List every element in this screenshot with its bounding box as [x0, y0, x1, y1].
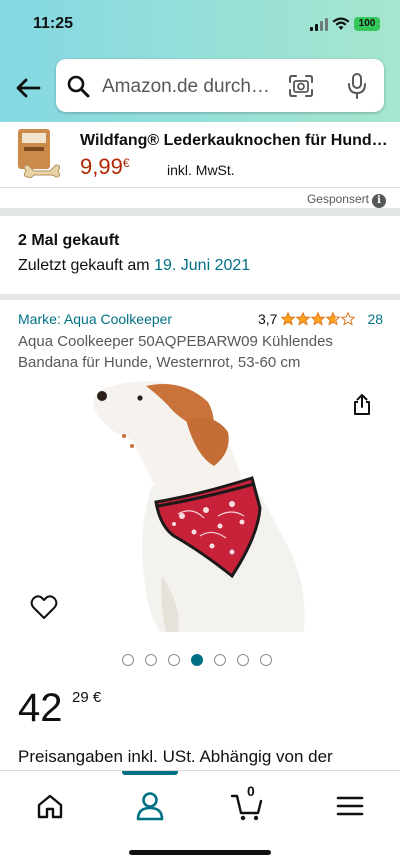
carousel-dot[interactable]: [168, 654, 180, 666]
rating[interactable]: 3,7 28: [258, 311, 383, 327]
menu-icon[interactable]: [333, 789, 367, 823]
carousel-dot[interactable]: [237, 654, 249, 666]
wishlist-heart-icon[interactable]: [30, 594, 58, 620]
back-arrow-icon[interactable]: [12, 72, 44, 104]
microphone-icon[interactable]: [346, 72, 368, 100]
share-icon[interactable]: [350, 392, 374, 416]
status-bar: 11:25 100: [0, 0, 400, 50]
carousel-dot[interactable]: [122, 654, 134, 666]
ad-product-image: [18, 129, 61, 179]
wifi-icon: [332, 17, 350, 30]
camera-search-icon[interactable]: [288, 74, 314, 98]
last-purchased: Zuletzt gekauft am 19. Juni 2021: [18, 257, 251, 274]
search-icon: [67, 75, 90, 98]
carousel-dot[interactable]: [145, 654, 157, 666]
rating-value: 3,7: [258, 311, 278, 327]
ad-tax-note: inkl. MwSt.: [167, 162, 235, 178]
home-indicator: [129, 850, 271, 855]
product-title: Aqua Coolkeeper 50AQPEBARW09 Kühlendes B…: [18, 333, 333, 371]
active-tab-indicator: [122, 771, 178, 775]
purchase-history-title: 2 Mal gekauft: [18, 232, 120, 249]
sponsored-label[interactable]: Gesponsert i: [307, 192, 386, 208]
price-note: Preisangaben inkl. USt. Abhängig von der: [18, 747, 333, 766]
product-image[interactable]: [82, 376, 318, 632]
sponsored-ad[interactable]: Wildfang® Lederkauknochen für Hunde... 9…: [0, 122, 400, 188]
search-input[interactable]: Amazon.de durchsuchen: [102, 76, 277, 98]
search-box[interactable]: Amazon.de durchsuchen: [56, 59, 384, 112]
cart-count: 0: [247, 783, 255, 799]
signal-icon: [310, 18, 328, 31]
account-icon[interactable]: [133, 789, 167, 823]
section-divider: [0, 208, 400, 216]
price-whole: 42: [18, 686, 63, 730]
status-time: 11:25: [33, 15, 74, 32]
ad-price: 9,99€: [80, 154, 130, 179]
header: 11:25 100 Amazon.de durchsuchen: [0, 0, 400, 122]
carousel-dot[interactable]: [191, 654, 203, 666]
carousel-dot[interactable]: [260, 654, 272, 666]
rating-count[interactable]: 28: [367, 311, 383, 327]
image-carousel-dots[interactable]: [122, 654, 272, 666]
last-purchased-date-link[interactable]: 19. Juni 2021: [154, 257, 250, 274]
ad-title[interactable]: Wildfang® Lederkauknochen für Hunde...: [80, 132, 390, 150]
info-icon[interactable]: i: [372, 194, 386, 208]
star-rating-icon: [281, 312, 356, 326]
price-fraction: 29 €: [72, 689, 102, 706]
battery-icon: 100: [354, 17, 380, 31]
section-divider: [0, 294, 400, 300]
brand-link[interactable]: Marke: Aqua Coolkeeper: [18, 311, 172, 327]
home-icon[interactable]: [33, 789, 67, 823]
carousel-dot[interactable]: [214, 654, 226, 666]
